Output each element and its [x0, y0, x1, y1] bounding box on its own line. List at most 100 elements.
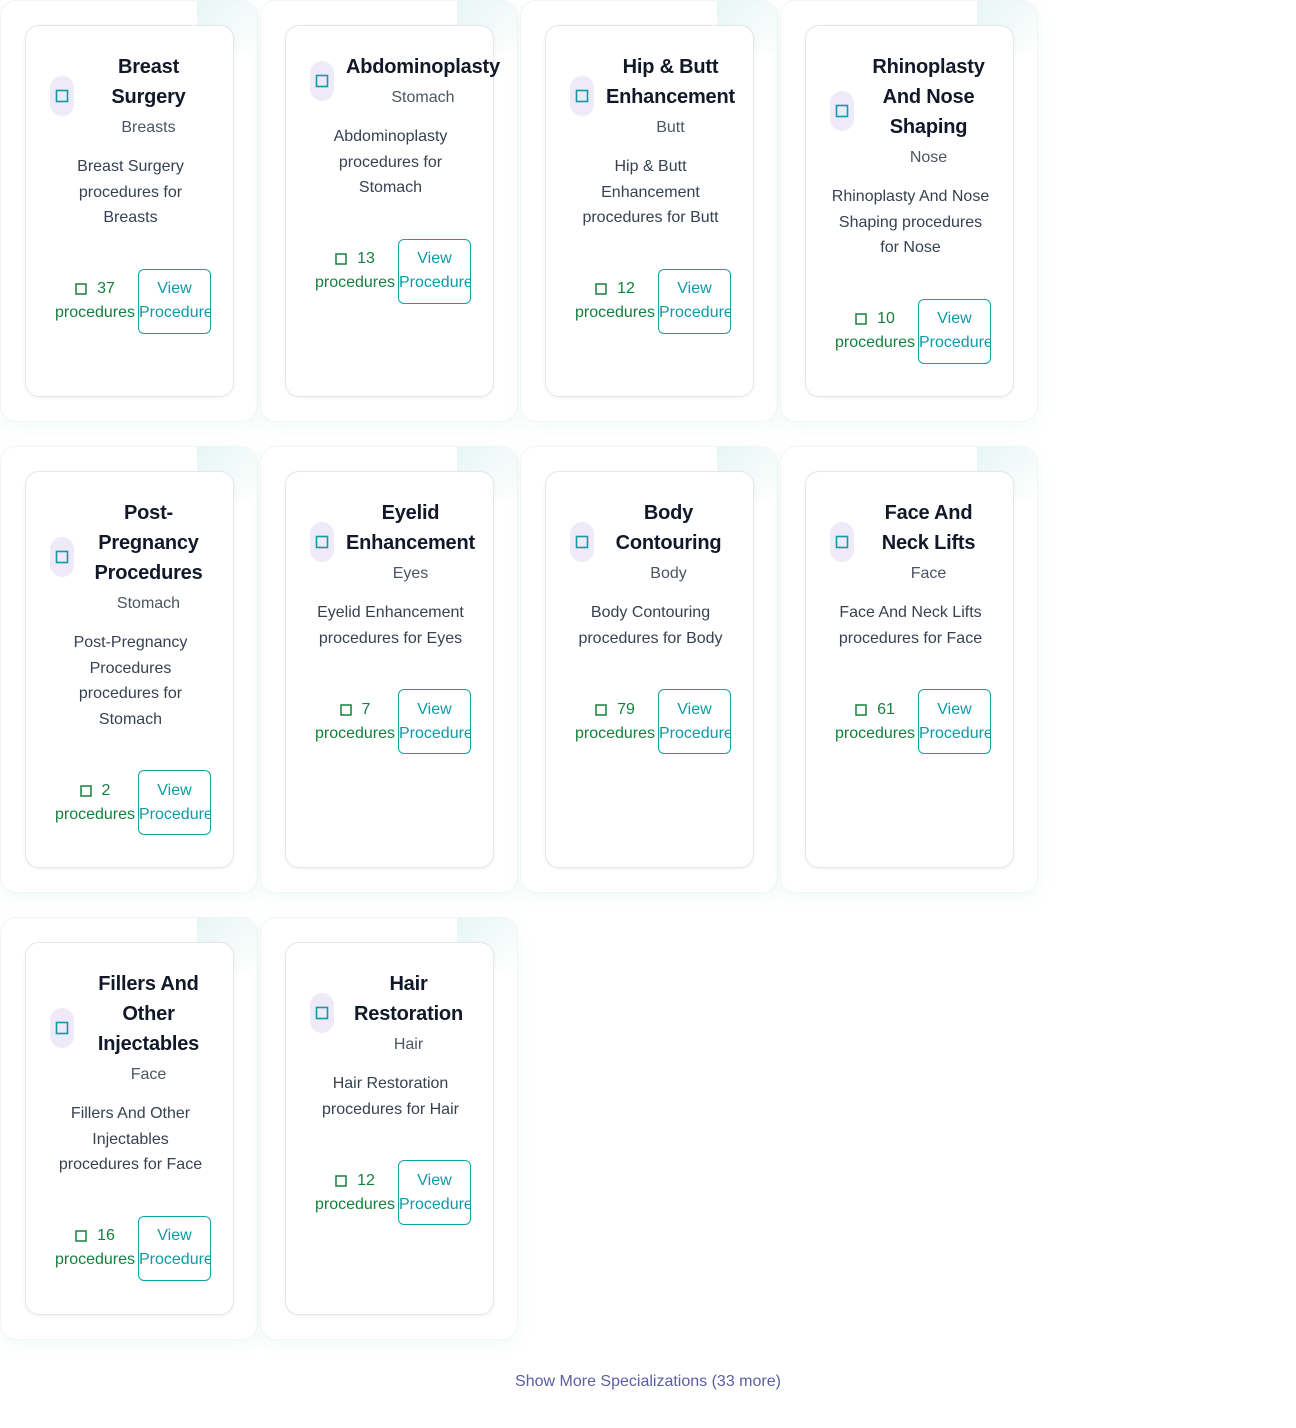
- specialization-description-line: procedures for Butt: [582, 209, 719, 226]
- category-icon-badge: [50, 537, 74, 577]
- specialization-card: Post- Pregnancy Procedures Stomach Post-Pr…: [0, 446, 258, 893]
- specialization-description-line: Procedures: [89, 659, 172, 677]
- square-icon: [315, 74, 329, 88]
- procedure-count-number: 61: [877, 700, 895, 718]
- procedure-count: 37 procedures: [52, 277, 138, 325]
- specialization-title-line: Body: [643, 502, 694, 524]
- category-icon-badge: [310, 993, 334, 1033]
- procedure-count: 13 procedures: [312, 247, 398, 295]
- view-procedures-label: View: [157, 781, 192, 799]
- specialization-category: Face: [910, 565, 947, 582]
- specialization-description-line: Hip & Butt: [614, 158, 687, 175]
- view-procedures-button[interactable]: View Procedures: [138, 268, 211, 334]
- square-icon: [575, 89, 589, 103]
- card-footer: 12 procedures View Procedures: [310, 1160, 471, 1225]
- procedure-count-number: 79: [617, 700, 635, 718]
- procedure-count-label: procedures: [54, 1251, 136, 1268]
- specialization-title-line: Neck Lifts: [881, 532, 976, 554]
- view-procedures-label: View: [937, 310, 972, 327]
- view-procedures-button[interactable]: View Procedures: [658, 689, 731, 754]
- view-procedures-button[interactable]: View Procedures: [138, 1215, 211, 1281]
- specialization-title: Face And Neck Lifts: [866, 498, 991, 558]
- specialization-title: Hair Restoration: [346, 969, 471, 1029]
- specialization-card: Body Contouring Body Body Contouring proce…: [520, 446, 778, 893]
- specialization-description: Body Contouring procedures for Body: [570, 600, 731, 651]
- procedure-count-number: 7: [361, 700, 371, 718]
- card-footer: 2 procedures View Procedures: [50, 770, 211, 835]
- square-icon: [575, 535, 589, 549]
- specialization-card-inner: Hip & Butt Enhancement Butt Hip & Butt Enh…: [545, 25, 754, 397]
- card-header: Rhinoplasty And Nose Shaping Nose: [830, 52, 991, 170]
- specialization-description-line: procedures for Eyes: [318, 629, 463, 647]
- view-procedures-label: View: [677, 700, 712, 718]
- specialization-description-line: Fillers And Other: [70, 1105, 191, 1122]
- specialization-title-line: Pregnancy: [98, 532, 199, 554]
- procedure-count-label: procedures: [54, 805, 136, 823]
- specialization-description-line: Stomach: [358, 179, 423, 196]
- card-titles: Hip & Butt Enhancement Butt: [594, 52, 735, 140]
- specialization-title-line: Enhancement: [346, 532, 475, 554]
- square-icon: [315, 1006, 329, 1020]
- specialization-description-line: procedures for Face: [58, 1156, 203, 1173]
- procedure-count-label: procedures: [834, 724, 916, 742]
- view-procedures-label: Procedures: [139, 805, 210, 823]
- specialization-title-line: Fillers And: [98, 973, 199, 995]
- specialization-title: Rhinoplasty And Nose Shaping: [866, 52, 991, 142]
- view-procedures-button[interactable]: View Procedures: [138, 770, 211, 835]
- specialization-title: Eyelid Enhancement: [346, 498, 475, 558]
- specialization-category: Stomach: [391, 89, 455, 106]
- specialization-card-inner: Eyelid Enhancement Eyes Eyelid Enhancemen…: [285, 471, 494, 868]
- procedure-count-number: 16: [97, 1227, 115, 1244]
- specialization-description: Hair Restoration procedures for Hair: [310, 1071, 471, 1122]
- specialization-description-line: procedures for Body: [578, 629, 723, 647]
- specialization-description-line: Body Contouring: [590, 604, 711, 621]
- specialization-title: Fillers And Other Injectables: [86, 969, 211, 1059]
- specialization-category: Face: [130, 1066, 167, 1083]
- specialization-description-line: for Nose: [880, 239, 941, 256]
- specialization-card: Hip & Butt Enhancement Butt Hip & Butt Enh…: [520, 0, 778, 422]
- card-footer: 10 procedures View Procedures: [830, 298, 991, 364]
- card-titles: Hair Restoration Hair: [334, 969, 471, 1057]
- specializations-row: Breast Surgery Breasts Breast Surgery proc…: [0, 0, 1038, 422]
- specialization-title-line: Enhancement: [606, 86, 735, 108]
- view-procedures-button[interactable]: View Procedures: [918, 298, 991, 364]
- specialization-description-line: Abdominoplasty: [333, 128, 448, 145]
- procedure-square-icon: [79, 784, 92, 797]
- specialization-title-line: Surgery: [111, 86, 186, 108]
- card-footer: 7 procedures View Procedures: [310, 689, 471, 754]
- procedure-square-icon: [75, 283, 87, 295]
- view-procedures-button[interactable]: View Procedures: [918, 689, 991, 754]
- procedure-count-label: procedures: [314, 1195, 396, 1213]
- specialization-description: Abdominoplasty procedures for Stomach: [310, 124, 471, 201]
- view-procedures-button[interactable]: View Procedures: [658, 268, 731, 334]
- show-more-specializations-link[interactable]: Show More Specializations (33 more): [0, 1373, 1296, 1391]
- specialization-category: Butt: [656, 119, 685, 136]
- card-titles: Fillers And Other Injectables Face: [74, 969, 211, 1087]
- specialization-description: Eyelid Enhancement procedures for Eyes: [310, 600, 471, 651]
- card-footer: 12 procedures View Procedures: [570, 268, 731, 334]
- view-procedures-label: View: [157, 1227, 192, 1244]
- view-procedures-button[interactable]: View Procedures: [398, 1160, 471, 1225]
- specialization-description: Fillers And Other Injectables procedures f…: [50, 1101, 211, 1178]
- procedure-count-label: procedures: [54, 304, 136, 321]
- view-procedures-button[interactable]: View Procedures: [398, 238, 471, 304]
- card-header: Fillers And Other Injectables Face: [50, 969, 211, 1087]
- procedure-count-number: 12: [357, 1171, 375, 1189]
- procedure-square-icon: [595, 283, 607, 295]
- specialization-description-line: Hair Restoration: [332, 1075, 449, 1092]
- card-footer: 61 procedures View Procedures: [830, 689, 991, 754]
- specialization-title: Breast Surgery: [86, 52, 211, 112]
- specialization-card-inner: Hair Restoration Hair Hair Restoration pro…: [285, 942, 494, 1315]
- specialization-title-line: Shaping: [889, 116, 968, 138]
- square-icon: [315, 535, 329, 549]
- view-procedures-button[interactable]: View Procedures: [398, 689, 471, 754]
- specialization-title-line: Contouring: [615, 532, 722, 554]
- specialization-title-line: Injectables: [97, 1033, 200, 1055]
- specialization-title-line: Other: [122, 1003, 175, 1025]
- view-procedures-label: Procedures: [659, 724, 730, 742]
- view-procedures-label: View: [417, 700, 452, 718]
- procedure-count: 7 procedures: [312, 698, 398, 746]
- category-icon-badge: [570, 76, 594, 116]
- view-procedures-label: Procedures: [399, 1195, 470, 1213]
- card-footer: 13 procedures View Procedures: [310, 238, 471, 304]
